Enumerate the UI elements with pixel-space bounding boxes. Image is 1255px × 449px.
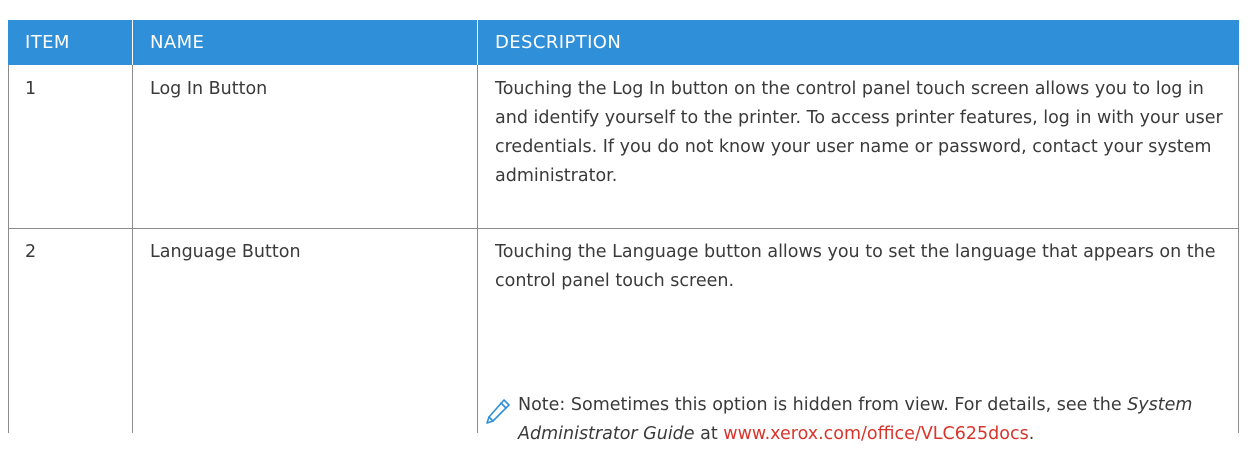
header-description: DESCRIPTION [495, 32, 622, 53]
note-middle: at [694, 424, 724, 444]
info-table: ITEM NAME DESCRIPTION 1 Log In Button To… [8, 20, 1239, 444]
row-item-number: 2 [25, 242, 37, 262]
note-prefix: Note: Sometimes this option is hidden fr… [518, 395, 1128, 415]
row-name: Log In Button [150, 79, 268, 99]
row-item-number: 1 [25, 79, 37, 99]
pencil-icon [482, 396, 514, 428]
header-item: ITEM [25, 32, 70, 53]
row-divider [8, 228, 1239, 229]
row-name: Language Button [150, 242, 301, 262]
table-header: ITEM NAME DESCRIPTION [8, 20, 1239, 65]
row-description: Touching the Language button allows you … [495, 242, 1216, 291]
note-suffix: . [1028, 424, 1035, 444]
row-description: Touching the Log In button on the contro… [495, 79, 1223, 186]
docs-link[interactable]: www.xerox.com/office/VLC625docs [723, 424, 1028, 444]
header-name: NAME [150, 32, 205, 53]
note-text: Note: Sometimes this option is hidden fr… [518, 391, 1232, 449]
